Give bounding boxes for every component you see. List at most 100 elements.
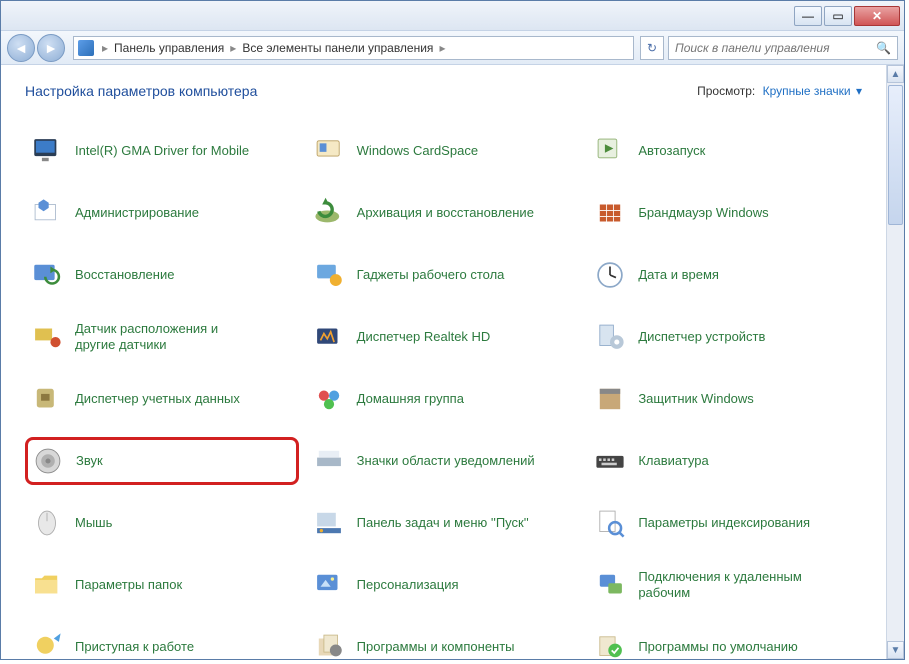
folders-icon — [29, 567, 65, 603]
refresh-button[interactable]: ↻ — [640, 36, 664, 60]
header-row: Настройка параметров компьютера Просмотр… — [25, 83, 862, 99]
cp-item-autoplay[interactable]: Автозапуск — [588, 127, 862, 175]
breadcrumb-sep: ▸ — [98, 41, 112, 55]
scroll-thumb[interactable] — [888, 85, 903, 225]
cp-item-label: Значки области уведомлений — [357, 453, 535, 469]
vertical-scrollbar[interactable]: ▲ ▼ — [886, 65, 904, 659]
cp-item-label: Intel(R) GMA Driver for Mobile — [75, 143, 249, 159]
cp-item-programs[interactable]: Программы и компоненты — [307, 623, 581, 659]
personalize-icon — [311, 567, 347, 603]
scroll-down-button[interactable]: ▼ — [887, 641, 904, 659]
items-grid: Intel(R) GMA Driver for Mobile Windows Ca… — [25, 127, 862, 659]
backup-icon — [311, 195, 347, 231]
cp-item-defaultprog[interactable]: Программы по умолчанию — [588, 623, 862, 659]
cp-item-sound[interactable]: Звук — [25, 437, 299, 485]
cp-item-recovery[interactable]: Восстановление — [25, 251, 299, 299]
cp-item-label: Администрирование — [75, 205, 199, 221]
cp-item-indexing[interactable]: Параметры индексирования — [588, 499, 862, 547]
homegroup-icon — [311, 381, 347, 417]
search-box[interactable]: 🔍 — [668, 36, 898, 60]
maximize-button[interactable]: ▭ — [824, 6, 852, 26]
sound-icon — [30, 443, 66, 479]
back-button[interactable]: ◄ — [7, 34, 35, 62]
cp-item-defender[interactable]: Защитник Windows — [588, 375, 862, 423]
taskbar-icon — [311, 505, 347, 541]
cp-item-label: Дата и время — [638, 267, 719, 283]
cp-item-remote[interactable]: Подключения к удаленным рабочим — [588, 561, 862, 609]
cp-item-label: Подключения к удаленным рабочим — [638, 569, 818, 602]
cp-item-homegroup[interactable]: Домашняя группа — [307, 375, 581, 423]
cp-item-admin[interactable]: Администрирование — [25, 189, 299, 237]
defender-icon — [592, 381, 628, 417]
cp-item-sensor[interactable]: Датчик расположения и другие датчики — [25, 313, 299, 361]
cp-item-firewall[interactable]: Брандмауэр Windows — [588, 189, 862, 237]
breadcrumb-root[interactable]: Панель управления — [112, 41, 226, 55]
cp-item-label: Программы по умолчанию — [638, 639, 797, 655]
cp-item-card[interactable]: Windows CardSpace — [307, 127, 581, 175]
datetime-icon — [592, 257, 628, 293]
forward-button[interactable]: ► — [37, 34, 65, 62]
cp-item-label: Автозапуск — [638, 143, 705, 159]
cp-item-keyboard[interactable]: Клавиатура — [588, 437, 862, 485]
control-panel-icon — [78, 40, 94, 56]
remote-icon — [592, 567, 628, 603]
cp-item-devmgr[interactable]: Диспетчер устройств — [588, 313, 862, 361]
cp-item-label: Восстановление — [75, 267, 174, 283]
cp-item-label: Диспетчер устройств — [638, 329, 765, 345]
cp-item-datetime[interactable]: Дата и время — [588, 251, 862, 299]
cp-item-mouse[interactable]: Мышь — [25, 499, 299, 547]
cp-item-label: Параметры папок — [75, 577, 182, 593]
admin-icon — [29, 195, 65, 231]
cp-item-monitor-intel[interactable]: Intel(R) GMA Driver for Mobile — [25, 127, 299, 175]
search-input[interactable] — [675, 41, 876, 55]
page-title: Настройка параметров компьютера — [25, 83, 257, 99]
defaultprog-icon — [592, 629, 628, 659]
control-panel-window: — ▭ ✕ ◄ ► ▸ Панель управления ▸ Все элем… — [0, 0, 905, 660]
view-control: Просмотр: Крупные значки ▾ — [697, 84, 862, 98]
cp-item-realtek[interactable]: Диспетчер Realtek HD — [307, 313, 581, 361]
search-icon[interactable]: 🔍 — [876, 41, 891, 55]
navbar: ◄ ► ▸ Панель управления ▸ Все элементы п… — [1, 31, 904, 65]
breadcrumb-sep: ▸ — [435, 41, 449, 55]
cp-item-credmgr[interactable]: Диспетчер учетных данных — [25, 375, 299, 423]
firewall-icon — [592, 195, 628, 231]
cp-item-label: Гаджеты рабочего стола — [357, 267, 505, 283]
main-panel: Настройка параметров компьютера Просмотр… — [1, 65, 886, 659]
view-dropdown[interactable]: Крупные значки ▾ — [763, 84, 862, 98]
cp-item-label: Брандмауэр Windows — [638, 205, 768, 221]
cp-item-gadgets[interactable]: Гаджеты рабочего стола — [307, 251, 581, 299]
close-button[interactable]: ✕ — [854, 6, 900, 26]
cp-item-folders[interactable]: Параметры папок — [25, 561, 299, 609]
cp-item-label: Панель задач и меню ''Пуск'' — [357, 515, 529, 531]
cp-item-label: Windows CardSpace — [357, 143, 478, 159]
minimize-button[interactable]: — — [794, 6, 822, 26]
scroll-up-button[interactable]: ▲ — [887, 65, 904, 83]
cp-item-label: Архивация и восстановление — [357, 205, 534, 221]
getstarted-icon — [29, 629, 65, 659]
cp-item-label: Клавиатура — [638, 453, 708, 469]
devmgr-icon — [592, 319, 628, 355]
realtek-icon — [311, 319, 347, 355]
cp-item-label: Диспетчер учетных данных — [75, 391, 240, 407]
breadcrumb-current[interactable]: Все элементы панели управления — [240, 41, 435, 55]
monitor-intel-icon — [29, 133, 65, 169]
cp-item-label: Мышь — [75, 515, 112, 531]
cp-item-backup[interactable]: Архивация и восстановление — [307, 189, 581, 237]
cp-item-label: Домашняя группа — [357, 391, 464, 407]
view-label: Просмотр: — [697, 84, 755, 98]
cp-item-getstarted[interactable]: Приступая к работе — [25, 623, 299, 659]
sensor-icon — [29, 319, 65, 355]
programs-icon — [311, 629, 347, 659]
cp-item-label: Диспетчер Realtek HD — [357, 329, 491, 345]
cp-item-personalize[interactable]: Персонализация — [307, 561, 581, 609]
autoplay-icon — [592, 133, 628, 169]
keyboard-icon — [592, 443, 628, 479]
cp-item-taskbar[interactable]: Панель задач и меню ''Пуск'' — [307, 499, 581, 547]
scroll-track[interactable] — [887, 83, 904, 641]
breadcrumb-sep: ▸ — [226, 41, 240, 55]
tray-icon — [311, 443, 347, 479]
address-bar[interactable]: ▸ Панель управления ▸ Все элементы панел… — [73, 36, 634, 60]
cp-item-label: Персонализация — [357, 577, 459, 593]
mouse-icon — [29, 505, 65, 541]
cp-item-tray[interactable]: Значки области уведомлений — [307, 437, 581, 485]
